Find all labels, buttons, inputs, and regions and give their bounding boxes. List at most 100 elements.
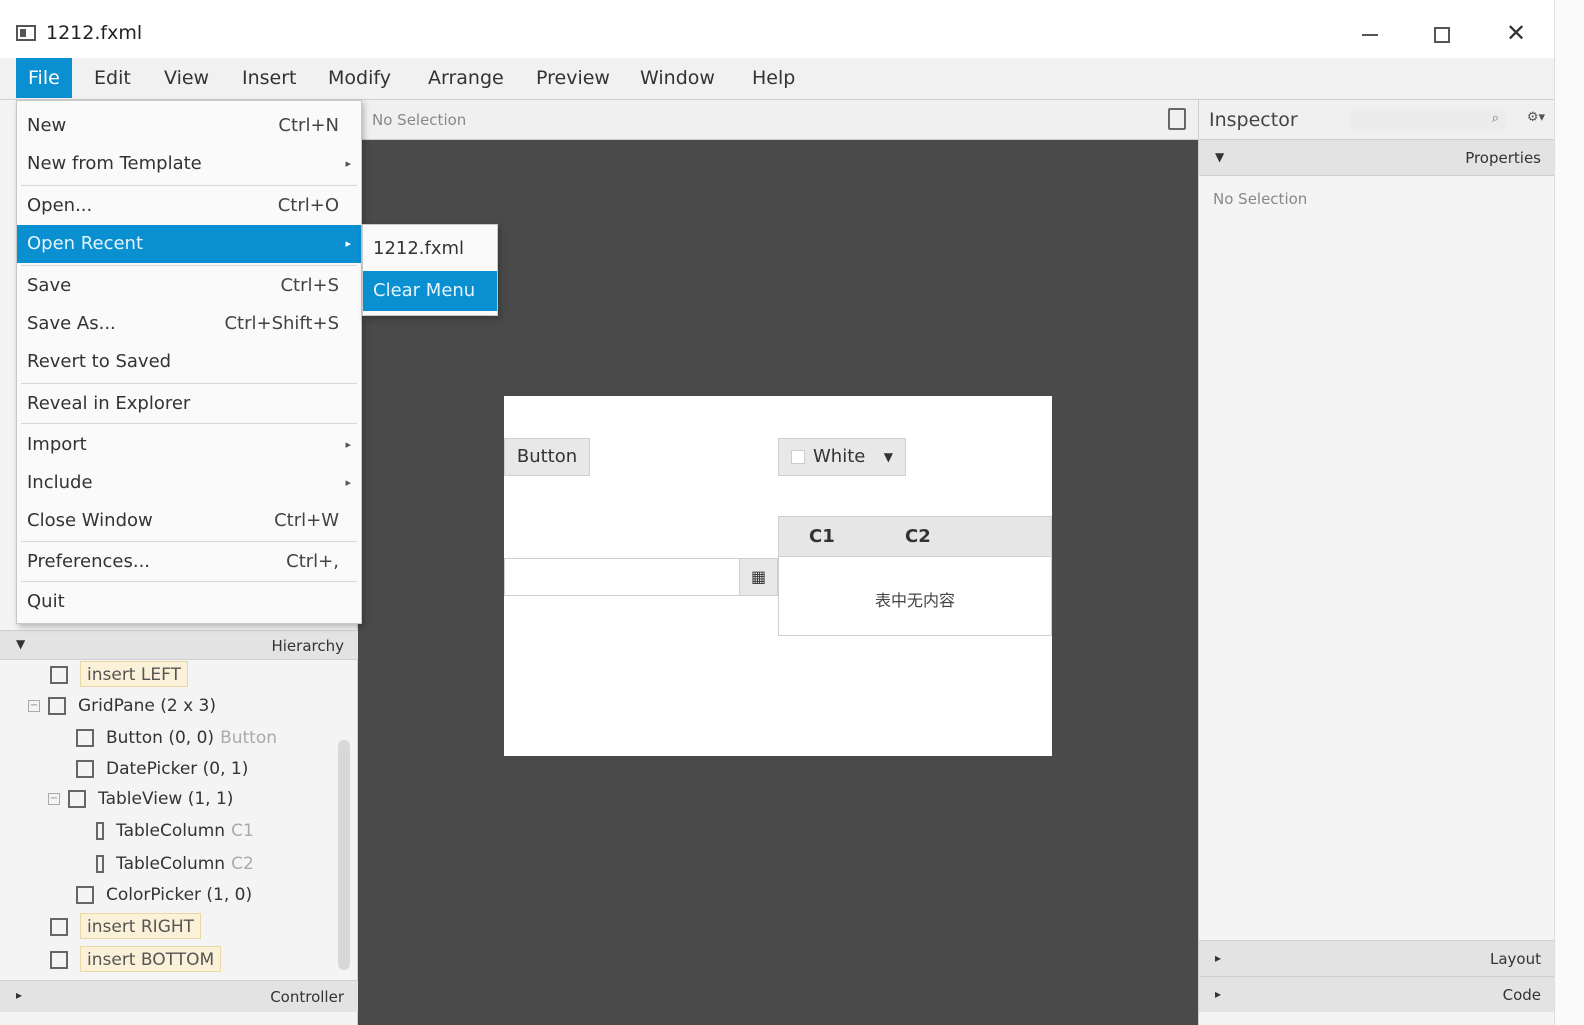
tree-row-label: TableColumn xyxy=(116,821,226,841)
tree-row[interactable]: − GridPane (2 x 3) xyxy=(28,691,216,721)
menu-item-revert-to-saved[interactable]: Revert to Saved xyxy=(17,343,361,381)
tree-row[interactable]: Button (0, 0) Button xyxy=(76,723,277,753)
menu-item-import[interactable]: Import ▸ xyxy=(17,426,361,464)
menu-item-save[interactable]: Save Ctrl+S xyxy=(17,267,361,305)
menu-item-open-recent[interactable]: Open Recent ▸ xyxy=(17,225,361,263)
properties-header[interactable]: ▼ Properties xyxy=(1199,140,1555,176)
menu-item-label: Save xyxy=(27,275,72,296)
tree-row-label: TableColumn xyxy=(116,854,226,874)
tablecolumn-icon xyxy=(96,822,104,840)
controller-title: Controller xyxy=(270,988,344,1006)
menu-modify[interactable]: Modify xyxy=(316,58,403,98)
menu-item-preferences[interactable]: Preferences... Ctrl+, xyxy=(17,543,361,581)
window-title: 1212.fxml xyxy=(46,22,143,44)
tree-row-label: Button (0, 0) xyxy=(106,728,215,748)
tree-row[interactable]: TableColumn C2 xyxy=(96,849,254,879)
menu-file[interactable]: File xyxy=(16,58,72,98)
colorpicker-icon xyxy=(76,886,94,904)
menu-item-label: Preferences... xyxy=(27,551,151,572)
hierarchy-header[interactable]: ▼ Hierarchy xyxy=(0,630,358,660)
background-window-edge xyxy=(1554,0,1584,1025)
calendar-icon[interactable]: ▦ xyxy=(739,559,777,595)
code-header[interactable]: ▸ Code xyxy=(1199,976,1555,1012)
menu-item-shortcut: Ctrl+N xyxy=(278,115,339,136)
tree-row[interactable]: insert RIGHT xyxy=(50,912,202,942)
gridpane-icon xyxy=(48,697,66,715)
hierarchy-scrollbar[interactable] xyxy=(338,740,350,970)
tree-row[interactable]: DatePicker (0, 1) xyxy=(76,754,248,784)
canvas-button[interactable]: Button xyxy=(504,438,590,476)
menu-help[interactable]: Help xyxy=(740,58,807,98)
expander-icon[interactable]: − xyxy=(48,793,60,805)
selection-status: No Selection xyxy=(372,111,467,129)
menu-separator xyxy=(21,265,357,266)
minimize-icon xyxy=(1362,33,1378,36)
close-button[interactable]: ✕ xyxy=(1498,18,1534,48)
menu-preview[interactable]: Preview xyxy=(524,58,622,98)
clear-menu-item[interactable]: Clear Menu xyxy=(363,271,497,311)
table-column-header[interactable]: C1 xyxy=(809,517,835,557)
menu-item-reveal-in-explorer[interactable]: Reveal in Explorer xyxy=(17,385,361,423)
menu-item-open[interactable]: Open... Ctrl+O xyxy=(17,187,361,225)
menu-item-new-from-template[interactable]: New from Template ▸ xyxy=(17,145,361,183)
menu-item-shortcut: Ctrl+Shift+S xyxy=(224,313,339,334)
submenu-arrow-icon: ▸ xyxy=(345,157,351,170)
menu-item-label: Quit xyxy=(27,591,65,612)
inspector-selection-status: No Selection xyxy=(1213,190,1308,208)
menu-item-quit[interactable]: Quit xyxy=(17,583,361,621)
content-toolbar: No Selection xyxy=(358,100,1198,140)
tree-row-label: GridPane (2 x 3) xyxy=(78,696,216,716)
hierarchy-tree: insert LEFT − GridPane (2 x 3) Button (0,… xyxy=(0,660,340,985)
canvas-table[interactable]: C1 C2 表中无内容 xyxy=(778,516,1052,636)
table-column-header[interactable]: C2 xyxy=(905,517,931,557)
container-icon xyxy=(50,918,68,936)
properties-title: Properties xyxy=(1465,149,1541,167)
layout-header[interactable]: ▸ Layout xyxy=(1199,940,1555,976)
menu-arrange[interactable]: Arrange xyxy=(416,58,516,98)
submenu-arrow-icon: ▸ xyxy=(345,438,351,451)
tree-row-hint: C1 xyxy=(231,821,254,841)
canvas-date-picker[interactable]: ▦ xyxy=(504,558,778,596)
container-icon xyxy=(50,666,68,684)
menu-view[interactable]: View xyxy=(152,58,221,98)
minimize-button[interactable] xyxy=(1352,18,1388,48)
menu-item-label: Open... xyxy=(27,195,93,216)
collapse-arrow-icon: ▼ xyxy=(1215,150,1225,164)
tree-row-label: TableView (1, 1) xyxy=(98,789,234,809)
tree-row[interactable]: ColorPicker (1, 0) xyxy=(76,880,252,910)
design-canvas[interactable]: Button White ▼ C1 C2 表中无内容 ▦ xyxy=(504,396,1052,756)
recent-file-item[interactable]: 1212.fxml xyxy=(363,229,497,269)
menu-item-shortcut: Ctrl+S xyxy=(280,275,339,296)
inspector-search-input[interactable]: ⌕ xyxy=(1349,108,1507,132)
inspector-title: Inspector xyxy=(1209,109,1298,131)
expand-arrow-icon: ▸ xyxy=(1215,951,1222,965)
menu-item-label: Import xyxy=(27,434,87,455)
controller-header[interactable]: ▸ Controller xyxy=(0,980,358,1012)
tree-row-label: insert RIGHT xyxy=(80,913,202,939)
app-icon xyxy=(16,25,36,41)
menu-item-close-window[interactable]: Close Window Ctrl+W xyxy=(17,502,361,540)
expander-icon[interactable]: − xyxy=(28,700,40,712)
color-swatch xyxy=(791,450,805,464)
menu-item-new[interactable]: New Ctrl+N xyxy=(17,107,361,145)
color-value: White xyxy=(813,446,866,467)
menu-insert[interactable]: Insert xyxy=(230,58,309,98)
tree-row[interactable]: insert BOTTOM xyxy=(50,945,222,975)
tree-row[interactable]: insert LEFT xyxy=(50,660,188,690)
menu-edit[interactable]: Edit xyxy=(82,58,143,98)
menu-separator xyxy=(21,185,357,186)
menu-item-save-as[interactable]: Save As... Ctrl+Shift+S xyxy=(17,305,361,343)
tree-row[interactable]: TableColumn C1 xyxy=(96,816,254,846)
inspector-toolbar: Inspector ⌕ ⚙▾ xyxy=(1199,100,1555,140)
menu-window[interactable]: Window xyxy=(628,58,727,98)
canvas-color-picker[interactable]: White ▼ xyxy=(778,438,906,476)
tree-row-label: ColorPicker (1, 0) xyxy=(106,885,253,905)
close-icon: ✕ xyxy=(1505,19,1527,47)
maximize-button[interactable] xyxy=(1424,18,1460,48)
container-icon xyxy=(50,951,68,969)
tree-row[interactable]: − TableView (1, 1) xyxy=(48,784,233,814)
document-icon[interactable] xyxy=(1168,108,1186,130)
menu-item-label: Close Window xyxy=(27,510,153,531)
gear-icon[interactable]: ⚙▾ xyxy=(1527,110,1545,125)
menu-item-include[interactable]: Include ▸ xyxy=(17,464,361,502)
